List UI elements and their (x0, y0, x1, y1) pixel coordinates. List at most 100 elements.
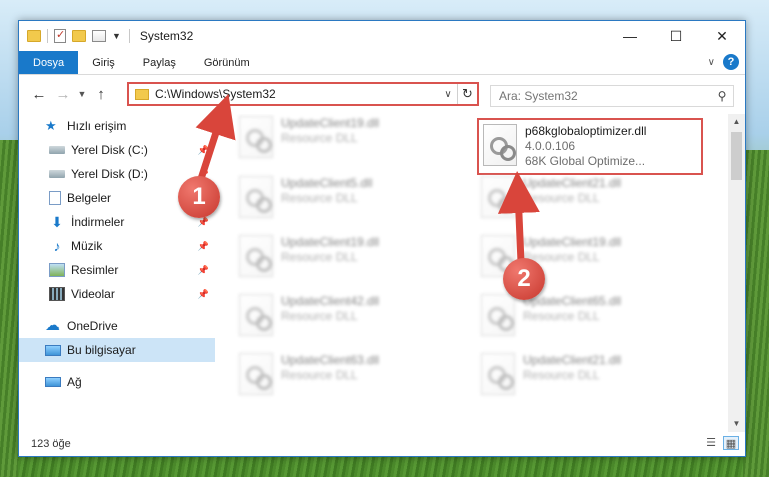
sidebar-item-this-pc[interactable]: Bu bilgisayar (19, 338, 215, 362)
dll-file-icon (481, 176, 515, 218)
properties-check-icon[interactable] (54, 28, 66, 43)
dll-file-icon (481, 353, 515, 395)
up-arrow-icon[interactable]: ↑ (89, 86, 113, 103)
sidebar-item-pictures[interactable]: Resimler 📌 (19, 258, 215, 282)
file-type: Resource DLL (523, 191, 600, 205)
sidebar-item-label: İndirmeler (71, 215, 125, 229)
file-name: UpdateClient19.dll (523, 235, 622, 249)
video-icon (49, 287, 65, 301)
scroll-down-icon[interactable]: ▼ (728, 416, 745, 432)
sidebar-item-label: Müzik (71, 239, 103, 253)
details-view-icon[interactable]: ☰ (703, 436, 719, 450)
star-icon: ★ (45, 118, 57, 133)
search-input[interactable] (491, 89, 711, 103)
drive-icon (49, 146, 65, 154)
file-type: Resource DLL (281, 309, 358, 323)
status-bar: 123 öğe ☰ ▦ (19, 432, 745, 456)
network-icon (45, 377, 61, 387)
step-2-callout: 2 (503, 258, 545, 300)
pin-icon: 📌 (197, 288, 209, 299)
new-folder-icon[interactable] (72, 30, 86, 42)
tab-share[interactable]: Paylaş (129, 51, 190, 74)
dll-file-icon (239, 294, 273, 336)
close-button[interactable]: ✕ (699, 21, 745, 51)
file-item[interactable]: UpdateClient21.dll Resource DLL (477, 351, 707, 401)
scroll-thumb[interactable] (731, 132, 742, 180)
sidebar-item-label: Resimler (71, 263, 119, 277)
step-1-callout: 1 (178, 176, 220, 218)
file-description: 68K Global Optimize... (525, 154, 646, 168)
background-grass-right (743, 150, 769, 477)
download-icon: ⬇ (51, 214, 63, 230)
expand-ribbon-icon[interactable]: ∨ (708, 57, 715, 68)
tab-view[interactable]: Görünüm (190, 51, 264, 74)
maximize-button[interactable]: ☐ (653, 21, 699, 51)
sidebar-item-network[interactable]: Ağ (19, 370, 215, 394)
title-bar: ▼ System32 — ☐ ✕ (19, 21, 745, 51)
properties-icon[interactable] (92, 30, 106, 42)
forward-arrow-icon[interactable]: → (51, 86, 75, 103)
sidebar-item-quick-access[interactable]: ★ Hızlı erişim (19, 114, 215, 138)
computer-icon (45, 344, 61, 356)
dll-file-icon (239, 116, 273, 158)
pictures-icon (49, 263, 65, 277)
pin-icon: 📌 (197, 144, 209, 155)
file-name: UpdateClient19.dll (281, 116, 380, 130)
dll-file-icon (239, 235, 273, 277)
recent-locations-icon[interactable]: ▼ (75, 89, 89, 99)
target-dll-file[interactable]: p68kglobaloptimizer.dll 4.0.0.106 68K Gl… (477, 118, 703, 175)
tab-home[interactable]: Giriş (78, 51, 129, 74)
navigation-pane: ★ Hızlı erişim Yerel Disk (C:) 📌 Yerel D… (19, 114, 215, 432)
music-icon: ♪ (53, 238, 61, 254)
sidebar-item-label: Bu bilgisayar (67, 343, 136, 357)
search-box[interactable]: ⚲ (490, 85, 734, 107)
file-item[interactable]: UpdateClient21.dll Resource DLL (477, 174, 707, 224)
sidebar-item-disk-c[interactable]: Yerel Disk (C:) 📌 (19, 138, 215, 162)
navigation-bar: ← → ▼ ↑ C:\Windows\System32 ∨ ↻ ⚲ (19, 75, 745, 113)
sidebar-item-onedrive[interactable]: ☁ OneDrive (19, 314, 215, 338)
address-bar[interactable]: C:\Windows\System32 ∨ ↻ (127, 82, 479, 106)
file-name: UpdateClient19.dll (281, 235, 380, 249)
sidebar-item-label: Yerel Disk (D:) (71, 167, 148, 181)
window-title: System32 (139, 29, 194, 43)
minimize-button[interactable]: — (607, 21, 653, 51)
pin-icon: 📌 (197, 240, 209, 251)
file-item[interactable]: UpdateClient19.dll Resource DLL (235, 233, 465, 283)
help-icon[interactable]: ? (723, 54, 739, 70)
scroll-up-icon[interactable]: ▲ (728, 114, 745, 130)
address-path[interactable]: C:\Windows\System32 (155, 87, 439, 101)
window-controls: — ☐ ✕ (607, 21, 745, 51)
item-count: 123 öğe (31, 438, 71, 450)
file-item[interactable]: UpdateClient65.dll Resource DLL (477, 292, 707, 342)
file-list: UpdateClient19.dll Resource DLL UpdateCl… (215, 114, 745, 432)
folder-icon[interactable] (27, 30, 41, 42)
file-type: Resource DLL (281, 191, 358, 205)
sidebar-item-label: Belgeler (67, 191, 112, 205)
file-type: Resource DLL (281, 131, 358, 145)
address-dropdown-icon[interactable]: ∨ (439, 89, 457, 100)
vertical-scrollbar[interactable]: ▲ ▼ (728, 114, 745, 432)
ribbon-tabs: Dosya Giriş Paylaş Görünüm ∨ ? (19, 51, 745, 75)
file-name: UpdateClient21.dll (523, 176, 622, 190)
pin-icon: 📌 (197, 264, 209, 275)
sidebar-item-label: Ağ (67, 375, 82, 389)
dll-file-icon (239, 353, 273, 395)
sidebar-item-music[interactable]: ♪ Müzik 📌 (19, 234, 215, 258)
tab-file[interactable]: Dosya (19, 51, 79, 74)
folder-icon (135, 88, 149, 100)
search-icon[interactable]: ⚲ (711, 89, 733, 103)
file-item[interactable]: UpdateClient42.dll Resource DLL (235, 292, 465, 342)
tiles-view-icon[interactable]: ▦ (723, 436, 739, 450)
pin-icon: 📌 (197, 216, 209, 227)
customize-dropdown-icon[interactable]: ▼ (112, 31, 121, 41)
file-name: UpdateClient65.dll (523, 294, 622, 308)
cloud-icon: ☁ (45, 317, 60, 334)
drive-icon (49, 170, 65, 178)
sidebar-item-videos[interactable]: Videolar 📌 (19, 282, 215, 306)
back-arrow-icon[interactable]: ← (27, 86, 51, 103)
file-item[interactable]: UpdateClient63.dll Resource DLL (235, 351, 465, 401)
sidebar-item-label: OneDrive (67, 319, 118, 333)
file-item[interactable]: UpdateClient19.dll Resource DLL (235, 114, 465, 164)
refresh-icon[interactable]: ↻ (457, 84, 477, 104)
file-item[interactable]: UpdateClient5.dll Resource DLL (235, 174, 465, 224)
